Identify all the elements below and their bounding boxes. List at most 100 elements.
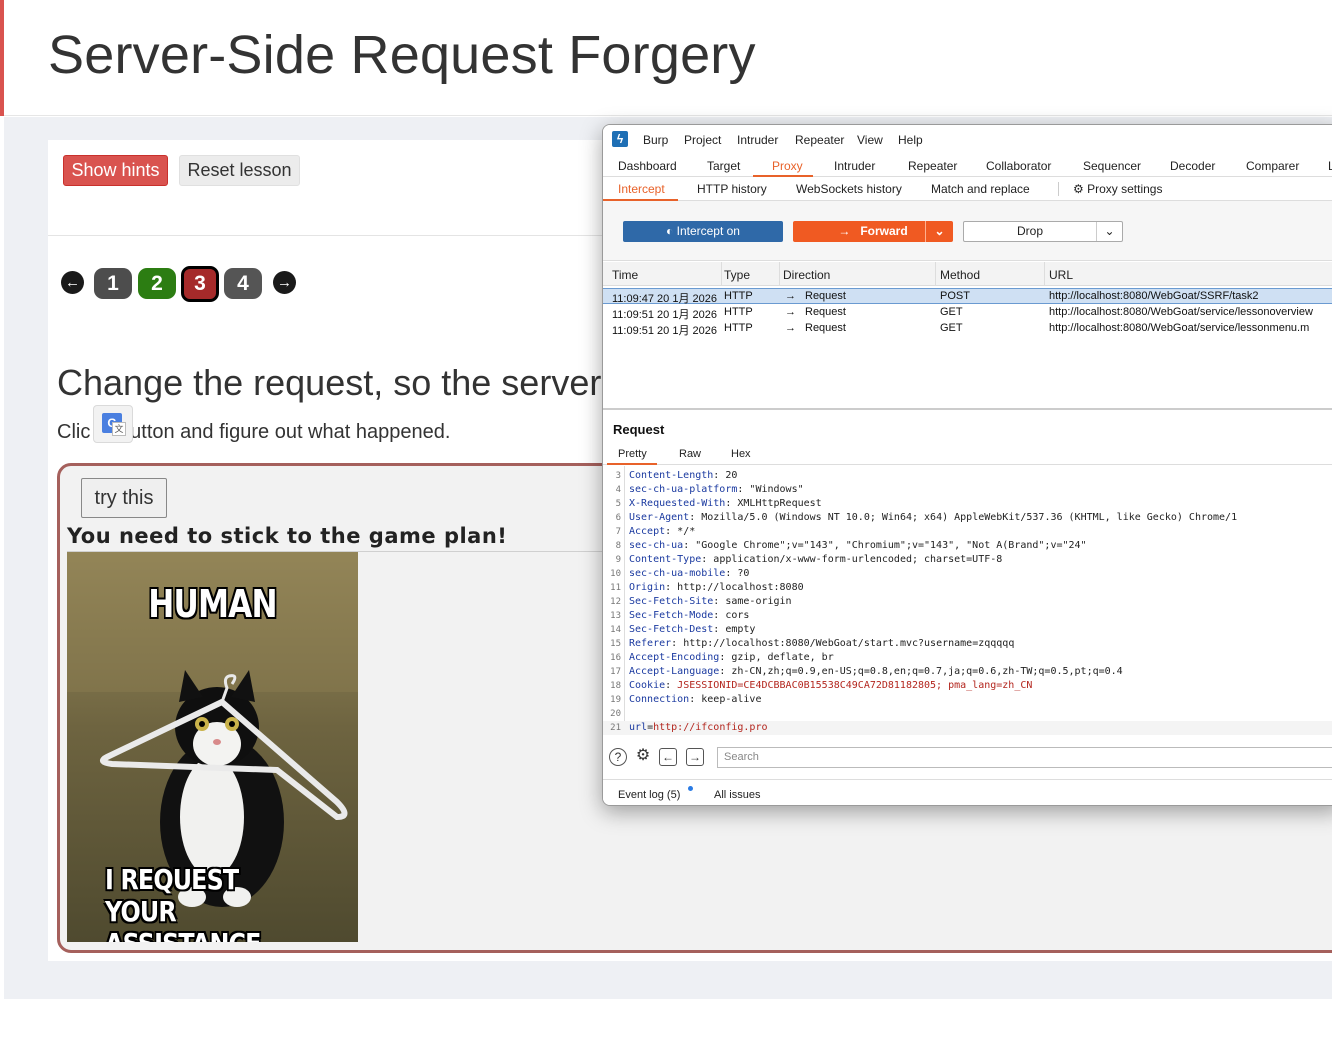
header-line: X-Requested-With: XMLHttpRequest bbox=[629, 498, 822, 509]
arrow-right-icon: → bbox=[838, 224, 851, 238]
proxy-settings-button[interactable]: ⚙ Proxy settings bbox=[1073, 182, 1162, 196]
try-this-button[interactable]: try this bbox=[81, 478, 167, 518]
arrow-right-icon: → bbox=[785, 306, 796, 318]
menu-repeater[interactable]: Repeater bbox=[795, 133, 844, 147]
subtab-websockets-history[interactable]: WebSockets history bbox=[796, 182, 902, 196]
request-body-line: 21 url=http://ifconfig.pro bbox=[603, 721, 1332, 735]
tab-repeater[interactable]: Repeater bbox=[908, 159, 957, 173]
menu-help[interactable]: Help bbox=[898, 133, 923, 147]
page-button-3[interactable]: 3 bbox=[181, 266, 219, 302]
drop-button[interactable]: Drop ⌄ bbox=[963, 221, 1123, 242]
reset-lesson-button[interactable]: Reset lesson bbox=[179, 155, 300, 186]
request-line: 5 X-Requested-With: XMLHttpRequest bbox=[603, 497, 1332, 511]
line-number: 19 bbox=[610, 695, 621, 705]
page-button-2[interactable]: 2 bbox=[138, 268, 176, 299]
gear-icon[interactable]: ⚙ bbox=[634, 748, 652, 766]
tab-logger[interactable]: L bbox=[1328, 159, 1332, 173]
request-panel-title: Request bbox=[613, 422, 665, 437]
prev-page-icon[interactable]: ← bbox=[61, 271, 84, 294]
all-issues-link[interactable]: All issues bbox=[714, 789, 760, 801]
col-direction[interactable]: Direction bbox=[783, 268, 830, 282]
meme-bottom-text: I REQUEST YOUR ASSISTANCE bbox=[105, 864, 309, 943]
tab-target[interactable]: Target bbox=[707, 159, 740, 173]
row-url: http://localhost:8080/WebGoat/SSRF/task2 bbox=[1049, 290, 1259, 302]
page-button-4[interactable]: 4 bbox=[224, 268, 262, 299]
header-value: keep-alive bbox=[695, 694, 762, 705]
proxy-settings-label: Proxy settings bbox=[1087, 182, 1163, 196]
request-line: 17 Accept-Language: zh-CN,zh;q=0.9,en-US;… bbox=[603, 665, 1332, 679]
notification-dot bbox=[688, 786, 693, 791]
subtab-match-replace[interactable]: Match and replace bbox=[931, 182, 1030, 196]
header-line: Origin: http://localhost:8080 bbox=[629, 582, 804, 593]
page-button-1[interactable]: 1 bbox=[94, 268, 132, 299]
intercept-toggle-button[interactable]: ◐ Intercept on bbox=[623, 221, 783, 242]
tab-proxy[interactable]: Proxy bbox=[772, 159, 803, 173]
tab-comparer[interactable]: Comparer bbox=[1246, 159, 1299, 173]
request-line: 13 Sec-Fetch-Mode: cors bbox=[603, 609, 1332, 623]
forward-dropdown-icon[interactable]: ⌄ bbox=[925, 221, 953, 242]
line-number: 13 bbox=[610, 611, 621, 621]
event-log-link[interactable]: Event log (5) bbox=[618, 789, 680, 801]
subtab-intercept[interactable]: Intercept bbox=[618, 182, 665, 196]
burp-main-tabs: Dashboard Target Proxy Intruder Repeater… bbox=[603, 153, 1332, 177]
arrow-right-icon: → bbox=[785, 290, 796, 302]
request-line: 12 Sec-Fetch-Site: same-origin bbox=[603, 595, 1332, 609]
header-value: XMLHttpRequest bbox=[731, 498, 822, 509]
table-row[interactable]: 11:09:51 20 1月 2026 HTTP → Request GET h… bbox=[603, 305, 1332, 321]
request-line: 19 Connection: keep-alive bbox=[603, 693, 1332, 707]
request-line: 8 sec-ch-ua: "Google Chrome";v="143", "Ch… bbox=[603, 539, 1332, 553]
header-value: http://localhost:8080/WebGoat/start.mvc?… bbox=[677, 638, 1015, 649]
tab-hex[interactable]: Hex bbox=[731, 448, 751, 460]
forward-button[interactable]: → Forward ⌄ bbox=[793, 221, 953, 242]
col-method[interactable]: Method bbox=[940, 268, 980, 282]
request-line: 3 Content-Length: 20 bbox=[603, 469, 1332, 483]
menu-burp[interactable]: Burp bbox=[643, 133, 668, 147]
row-method: POST bbox=[940, 290, 970, 302]
table-header: Time Type Direction Method URL bbox=[603, 262, 1332, 286]
request-line: 11 Origin: http://localhost:8080 bbox=[603, 581, 1332, 595]
drop-dropdown-icon[interactable]: ⌄ bbox=[1096, 222, 1122, 241]
help-icon[interactable]: ? bbox=[609, 748, 627, 766]
line-number: 10 bbox=[610, 569, 621, 579]
tab-pretty[interactable]: Pretty bbox=[618, 448, 647, 460]
request-line: 14 Sec-Fetch-Dest: empty bbox=[603, 623, 1332, 637]
tab-decoder[interactable]: Decoder bbox=[1170, 159, 1215, 173]
header-name: Content-Type bbox=[629, 554, 702, 565]
col-time[interactable]: Time bbox=[612, 268, 638, 282]
header-value: "Windows" bbox=[743, 484, 804, 495]
col-url[interactable]: URL bbox=[1049, 268, 1073, 282]
request-line: 16 Accept-Encoding: gzip, deflate, br bbox=[603, 651, 1332, 665]
request-line: 9 Content-Type: application/x-www-form-ur… bbox=[603, 553, 1332, 567]
google-translate-icon[interactable]: G 文 bbox=[93, 405, 133, 443]
next-page-icon[interactable]: → bbox=[273, 271, 296, 294]
burp-logo-icon: ϟ bbox=[612, 131, 628, 147]
line-number: 11 bbox=[610, 583, 621, 593]
line-number: 5 bbox=[615, 499, 621, 509]
header-name: sec-ch-ua bbox=[629, 540, 684, 551]
line-number: 12 bbox=[610, 597, 621, 607]
tab-intruder[interactable]: Intruder bbox=[834, 159, 875, 173]
col-type[interactable]: Type bbox=[724, 268, 750, 282]
request-editor[interactable]: 3 Content-Length: 20 4 sec-ch-ua-platform: … bbox=[603, 466, 1332, 735]
tab-dashboard[interactable]: Dashboard bbox=[618, 159, 677, 173]
table-row[interactable]: 11:09:47 20 1月 2026 HTTP → Request POST … bbox=[603, 288, 1332, 305]
subtab-separator bbox=[1058, 182, 1059, 196]
row-method: GET bbox=[940, 306, 963, 318]
tab-raw[interactable]: Raw bbox=[679, 448, 701, 460]
tab-sequencer[interactable]: Sequencer bbox=[1083, 159, 1141, 173]
back-arrow-icon[interactable]: ← bbox=[659, 748, 677, 766]
tab-collaborator[interactable]: Collaborator bbox=[986, 159, 1051, 173]
menu-project[interactable]: Project bbox=[684, 133, 721, 147]
menu-view[interactable]: View bbox=[857, 133, 883, 147]
search-input[interactable]: Search bbox=[717, 747, 1332, 768]
header-value: cors bbox=[719, 610, 750, 621]
show-hints-button[interactable]: Show hints bbox=[63, 155, 168, 186]
subtab-http-history[interactable]: HTTP history bbox=[697, 182, 767, 196]
header-line: Sec-Fetch-Mode: cors bbox=[629, 610, 750, 621]
line-number: 9 bbox=[615, 555, 621, 565]
drop-label: Drop bbox=[1016, 224, 1043, 238]
table-row[interactable]: 11:09:51 20 1月 2026 HTTP → Request GET h… bbox=[603, 321, 1332, 337]
forward-arrow-icon[interactable]: → bbox=[686, 748, 704, 766]
menu-intruder[interactable]: Intruder bbox=[737, 133, 778, 147]
status-bar: Event log (5) All issues bbox=[603, 779, 1332, 805]
